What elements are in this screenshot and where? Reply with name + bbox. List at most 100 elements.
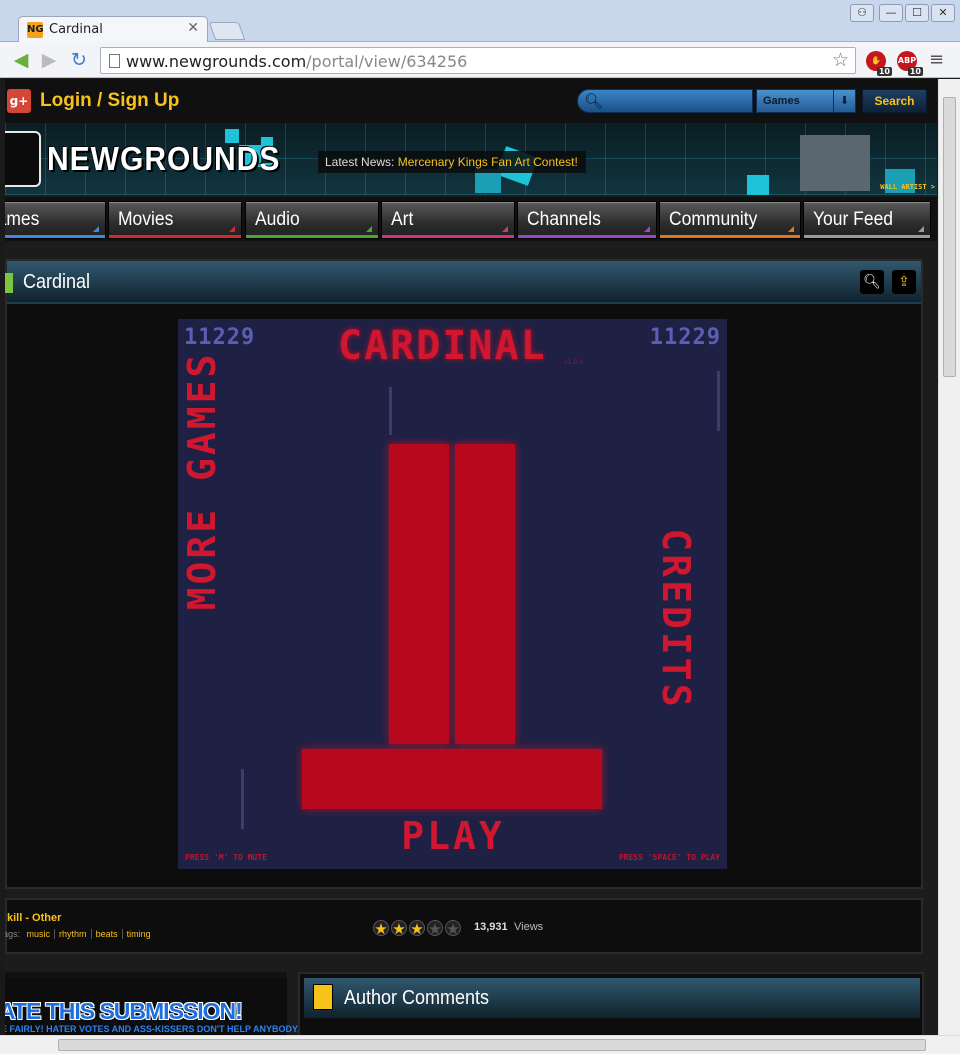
- rate-subtitle: E FAIRLY! HATER VOTES AND ASS-KISSERS DO…: [5, 1024, 300, 1034]
- horizontal-scrollbar[interactable]: [0, 1035, 960, 1054]
- rate-submission-panel: ATE THIS SUBMISSION! E FAIRLY! HATER VOT…: [5, 972, 300, 1035]
- menu-icon[interactable]: ≡: [929, 50, 945, 70]
- views-count: 13,931: [474, 921, 508, 933]
- login-signup-link[interactable]: Login / Sign Up: [40, 90, 179, 112]
- nav-label: Audio: [255, 209, 300, 230]
- submission-info: kill - Other ags: music rhythm beats timing…: [5, 898, 923, 954]
- nav-community[interactable]: Community: [659, 201, 801, 239]
- browser-tab-strip: NG Cardinal ✕ ⚇ — ☐ ✕: [0, 0, 960, 43]
- genre-link[interactable]: kill - Other: [7, 912, 61, 924]
- game-block: [455, 444, 515, 744]
- more-games-button[interactable]: MORE GAMES: [180, 331, 224, 631]
- newgrounds-favicon-icon: NG: [27, 22, 44, 38]
- decor-cube: [747, 175, 769, 195]
- latest-news: Latest News: Mercenary Kings Fan Art Con…: [318, 151, 586, 173]
- nav-label: Community: [669, 209, 758, 230]
- nav-corner-icon: [502, 226, 508, 232]
- nav-underline: [5, 235, 105, 238]
- url-text: www.newgrounds.com/portal/view/634256: [126, 52, 467, 71]
- nav-underline: [246, 235, 378, 238]
- nav-label: Channels: [527, 209, 601, 230]
- credits-button[interactable]: CREDITS: [654, 519, 698, 719]
- nav-underline: [382, 235, 514, 238]
- extension-badge-count: 10: [907, 67, 923, 76]
- new-tab-button[interactable]: [208, 22, 246, 40]
- tags-row: ags: music rhythm beats timing: [5, 929, 155, 939]
- reload-icon[interactable]: ↻: [68, 50, 90, 70]
- page-title: Cardinal: [23, 271, 91, 293]
- star-icon: ★: [445, 920, 461, 938]
- zoom-icon[interactable]: 🔍︎: [860, 270, 884, 294]
- adblock-extension-icon[interactable]: ABP 10: [897, 51, 923, 76]
- close-window-button[interactable]: ✕: [931, 4, 955, 22]
- bookmark-star-icon[interactable]: ☆: [832, 49, 849, 71]
- page-viewport: g+ Login / Sign Up 🔍︎ Games ⬇ Search NEW…: [5, 79, 937, 1035]
- wall-artist-link[interactable]: WALL ARTIST >: [880, 183, 935, 191]
- nav-corner-icon: [644, 226, 650, 232]
- game-canvas[interactable]: 11229 11229 CARDINAL v1.0.1 MORE GAMES C…: [178, 319, 727, 869]
- nav-underline: [518, 235, 656, 238]
- site-banner: NEWGROUNDS Latest News: Mercenary Kings …: [5, 123, 937, 195]
- nav-corner-icon: [93, 226, 99, 232]
- search-input[interactable]: 🔍︎: [577, 89, 753, 113]
- vertical-scrollbar[interactable]: [938, 79, 960, 1035]
- tags-label: ags:: [5, 929, 21, 939]
- decor-cube: [800, 135, 870, 191]
- back-arrow-icon[interactable]: ◀: [10, 50, 32, 70]
- forward-arrow-icon[interactable]: ▶: [38, 50, 60, 70]
- nav-your-feed[interactable]: Your Feed: [803, 201, 931, 239]
- newgrounds-logo[interactable]: NEWGROUNDS: [47, 141, 280, 178]
- author-comments-title: Author Comments: [344, 987, 490, 1009]
- nav-audio[interactable]: Audio: [245, 201, 379, 239]
- url-path: /portal/view/634256: [306, 52, 468, 71]
- nav-label: Movies: [118, 209, 174, 230]
- star-icon: ★: [427, 920, 443, 938]
- scrollbar-thumb[interactable]: [58, 1039, 926, 1051]
- search-scope-select[interactable]: Games ⬇: [756, 89, 856, 113]
- browser-tab[interactable]: NG Cardinal ✕: [18, 16, 208, 43]
- scrollbar-thumb[interactable]: [943, 97, 956, 377]
- search-icon: 🔍︎: [584, 92, 604, 110]
- author-comments-header: Author Comments: [304, 978, 920, 1018]
- tag-link[interactable]: beats: [91, 929, 123, 939]
- tag-link[interactable]: timing: [123, 929, 155, 939]
- nav-movies[interactable]: Movies: [108, 201, 242, 239]
- nav-corner-icon: [918, 226, 924, 232]
- google-plus-icon[interactable]: g+: [7, 89, 31, 113]
- star-icon: ★: [409, 920, 425, 938]
- login-bar: g+ Login / Sign Up 🔍︎ Games ⬇ Search: [5, 79, 937, 123]
- paddle-track: [717, 371, 720, 431]
- paddle-track: [241, 769, 244, 829]
- stop-extension-icon[interactable]: ✋ 10: [866, 51, 892, 76]
- rating-stars: ★ ★ ★ ★ ★: [373, 919, 463, 938]
- nav-art[interactable]: Art: [381, 201, 515, 239]
- nav-label: Your Feed: [813, 209, 894, 230]
- tag-link[interactable]: rhythm: [55, 929, 92, 939]
- rate-title: ATE THIS SUBMISSION!: [5, 998, 243, 1024]
- star-icon: ★: [391, 920, 407, 938]
- author-comments-panel: Author Comments: [298, 972, 924, 1035]
- game-version: v1.0.1: [564, 359, 583, 366]
- nav-underline: [109, 235, 241, 238]
- play-button[interactable]: PLAY: [378, 814, 528, 858]
- profile-icon[interactable]: ⚇: [850, 4, 874, 22]
- url-host: www.newgrounds.com: [126, 52, 307, 71]
- tag-link[interactable]: music: [22, 929, 56, 939]
- paddle-track: [389, 387, 392, 435]
- news-prefix: Latest News:: [325, 155, 395, 169]
- game-block: [302, 749, 602, 809]
- address-bar[interactable]: www.newgrounds.com/portal/view/634256 ☆: [100, 47, 856, 74]
- views-label: Views: [514, 921, 544, 933]
- share-icon[interactable]: ⇪: [892, 270, 916, 294]
- maximize-button[interactable]: ☐: [905, 4, 929, 22]
- nav-channels[interactable]: Channels: [517, 201, 657, 239]
- game-title: CARDINAL: [338, 323, 547, 369]
- news-link[interactable]: Mercenary Kings Fan Art Contest!: [398, 155, 578, 169]
- minimize-button[interactable]: —: [879, 4, 903, 22]
- nav-label: Art: [391, 209, 414, 230]
- search-button[interactable]: Search: [862, 89, 927, 113]
- nav-games[interactable]: Games: [5, 201, 106, 239]
- star-icon: ★: [373, 920, 389, 938]
- close-tab-icon[interactable]: ✕: [187, 20, 199, 36]
- search-scope-value: Games: [763, 95, 800, 107]
